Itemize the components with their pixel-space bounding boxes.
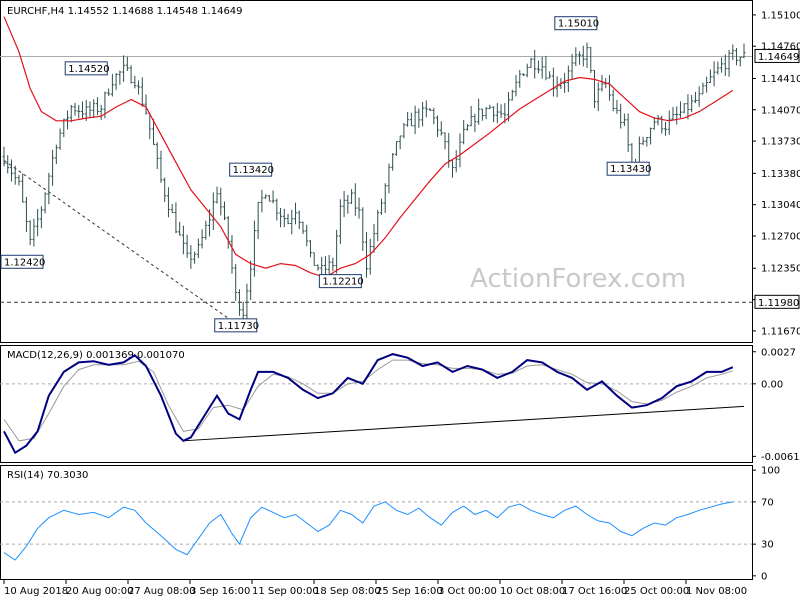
price-annotation-label: 1.13430 <box>610 164 651 175</box>
time-tick-label: 20 Aug 00:00 <box>66 586 133 597</box>
time-tick-label: 25 Sep 16:00 <box>376 586 443 597</box>
price-tick-label: 1.14410 <box>761 74 800 85</box>
hline-label: 1.11980 <box>754 294 800 309</box>
time-axis: 10 Aug 201820 Aug 00:0027 Aug 08:003 Sep… <box>3 580 747 597</box>
watermark: ActionForex.com <box>470 264 686 294</box>
macd-panel: MACD(12,26,9) 0.001369 0.001070 0.00270.… <box>0 345 800 463</box>
time-tick-label: 11 Sep 00:00 <box>252 586 319 597</box>
time-tick-label: 27 Aug 08:00 <box>128 586 195 597</box>
rsi-title: RSI(14) 70.3030 <box>7 470 88 481</box>
time-tick-label: 3 Oct 00:00 <box>438 586 497 597</box>
price-tick-label: 1.12350 <box>761 264 800 275</box>
time-tick-label: 10 Aug 2018 <box>4 586 68 597</box>
time-tick-label: 3 Sep 16:00 <box>190 586 250 597</box>
rsi-tick-label: 100 <box>761 466 780 477</box>
hline-label-text: 1.11980 <box>758 298 799 309</box>
price-panel: EURCHF,H4 1.14552 1.14688 1.14548 1.1464… <box>0 0 800 343</box>
price-title: EURCHF,H4 1.14552 1.14688 1.14548 1.1464… <box>7 6 243 17</box>
rsi-axis: 100 70 30 0 <box>752 466 780 582</box>
price-annotation-label: 1.12210 <box>322 277 363 288</box>
price-tick-label: 1.13380 <box>761 169 800 180</box>
price-annotation-label: 1.14520 <box>68 64 109 75</box>
time-tick-label: 18 Sep 08:00 <box>314 586 381 597</box>
price-annotation-label: 1.15010 <box>558 19 599 30</box>
price-annotation-label: 1.12420 <box>4 257 45 268</box>
macd-tick-label: -0.00611 <box>761 452 800 463</box>
price-tick-label: 1.15100 <box>761 10 800 21</box>
rsi-tick-label: 70 <box>761 497 774 508</box>
price-tick-label: 1.13040 <box>761 200 800 211</box>
price-annotation-label: 1.11730 <box>218 321 259 332</box>
price-tick-label: 1.13730 <box>761 137 800 148</box>
forex-chart: EURCHF,H4 1.14552 1.14688 1.14548 1.1464… <box>0 0 800 597</box>
time-tick-label: 1 Nov 08:00 <box>686 586 747 597</box>
current-price-text: 1.14649 <box>758 52 799 63</box>
rsi-tick-label: 0 <box>761 571 767 582</box>
time-tick-label: 17 Oct 16:00 <box>562 586 627 597</box>
rsi-panel: RSI(14) 70.3030 100 70 30 0 <box>0 465 780 582</box>
price-tick-label: 1.11670 <box>761 326 800 337</box>
price-tick-label: 1.14070 <box>761 105 800 116</box>
time-tick-label: 10 Oct 08:00 <box>500 586 565 597</box>
time-tick-label: 25 Oct 00:00 <box>624 586 689 597</box>
macd-axis: 0.0027 0.00 -0.00611 <box>752 347 800 463</box>
macd-tick-label: 0.0027 <box>761 347 796 358</box>
rsi-panel-frame <box>0 465 753 580</box>
macd-title: MACD(12,26,9) 0.001369 0.001070 <box>7 350 185 361</box>
current-price-label: 1.14649 <box>754 48 800 63</box>
macd-tick-label: 0.00 <box>761 379 783 390</box>
price-tick-label: 1.12700 <box>761 231 800 242</box>
rsi-tick-label: 30 <box>761 540 774 551</box>
price-annotation-label: 1.13420 <box>233 165 274 176</box>
